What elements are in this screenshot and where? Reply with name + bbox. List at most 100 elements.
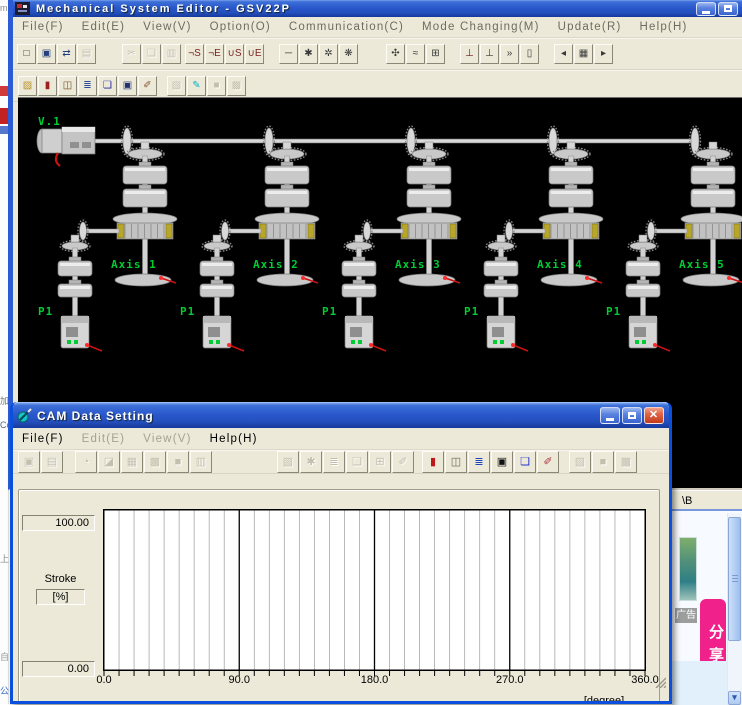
axis-unit-3[interactable]: Axis 3P1 [322,126,461,351]
machine-editor-button[interactable]: ▮ [38,76,57,96]
maximize-icon [724,5,732,12]
browser-photo-thumbnail[interactable] [679,537,697,601]
menu-option[interactable]: Option(O) [201,21,280,33]
drive-motor[interactable]: V.1 [37,115,95,166]
axis-unit-4[interactable]: Axis 4P1 [464,126,603,351]
cam-copy-button: ⊞ [369,451,391,473]
menu-file[interactable]: File(F) [13,21,73,33]
cam-reserved-1-icon: ■ [600,457,607,467]
output-axis-2-button[interactable]: ⊥ [480,44,499,64]
cam-monitor-button[interactable]: ❏ [514,451,536,473]
open-project-icon: ▨ [23,81,32,91]
cam-export-icon: ◔ [83,457,90,467]
cam-file-button[interactable]: ▮ [422,451,444,473]
cam-data-button[interactable]: ▯ [520,44,539,64]
shaft-tool-button[interactable]: ─ [279,44,298,64]
limit-start-button[interactable]: ∪S [225,44,244,64]
cam-machine-button: ✱ [300,451,322,473]
cam-window-title: CAM Data Setting [37,409,154,423]
output-device [629,316,657,348]
cam-minimize-button[interactable] [600,407,620,424]
cam-screen-icon: ▣ [497,457,507,467]
cam-clutch-button[interactable]: ◫ [445,451,467,473]
clutch-tool-icon: ✣ [391,49,399,59]
output-device [487,316,515,348]
reserved-1-icon: ■ [213,81,219,91]
menu-update[interactable]: Update(R) [549,21,631,33]
cut-icon: ✂ [127,49,135,59]
cam-grid-button: ▦ [121,451,143,473]
prev-page-button[interactable]: ◂ [554,44,573,64]
cam-sequence-setting-button[interactable]: ≣ [468,451,490,473]
scrollbar-thumb[interactable] [728,517,741,641]
resize-grip[interactable] [654,676,666,688]
save-to-controller-button[interactable]: ⇄ [57,44,76,64]
output-device [203,316,231,348]
output-axis-2-icon: ⊥ [485,49,494,59]
option-setup-button[interactable]: ✐ [138,76,157,96]
cam-plot-area[interactable] [103,509,646,677]
cam-print-button: ▤ [41,451,63,473]
x-axis-tick-label: 270.0 [496,674,524,686]
differential-gear-button[interactable]: ⊞ [426,44,445,64]
maximize-button[interactable] [718,2,738,16]
open-project-button[interactable]: ▨ [18,76,37,96]
drum-editor-button[interactable]: ◫ [58,76,77,96]
x-axis-tick-label: 180.0 [361,674,389,686]
drum-editor-icon: ◫ [63,81,72,91]
scrollbar-down-button[interactable]: ▾ [728,691,741,705]
new-file-button[interactable]: □ [17,44,36,64]
axis-unit-1[interactable]: Axis 1P1 [38,126,177,351]
output-axis-1-button[interactable]: ⊥ [460,44,479,64]
menu-view[interactable]: View(V) [134,433,200,445]
gear-tool-2-button[interactable]: ✲ [319,44,338,64]
output-label: P1 [180,305,195,318]
axis-unit-2[interactable]: Axis 2 P1 [180,126,319,351]
copy-window-button[interactable]: ❏ [98,76,117,96]
gear-tool-3-icon: ❋ [344,49,352,59]
screen-setting-button[interactable]: ▣ [118,76,137,96]
cam-titlebar[interactable]: CAM Data Setting ✕ [13,402,669,428]
cam-end-point-button[interactable]: ¬E [205,44,224,64]
option-setup-icon: ✐ [143,81,151,91]
phase-change-icon: » [507,49,513,59]
axis-label: Axis 2 [253,258,299,271]
cam-test-icon: ▧ [575,457,585,467]
minimize-button[interactable] [696,2,716,16]
speed-change-gear-button[interactable]: ≈ [406,44,425,64]
grid-view-button[interactable]: ▦ [574,44,593,64]
browser-titlebar: \B [672,491,742,511]
output-label: P1 [322,305,337,318]
limit-end-button[interactable]: ∪E [245,44,264,64]
cam-edit-button[interactable]: ✎ [187,76,206,96]
menu-communication[interactable]: Communication(C) [280,21,413,33]
cam-close-button[interactable]: ✕ [644,407,664,424]
cam-screen-button[interactable]: ▣ [491,451,513,473]
clutch-tool-button[interactable]: ✣ [386,44,405,64]
sequence-editor-button[interactable]: ≣ [78,76,97,96]
menu-edit[interactable]: Edit(E) [73,21,135,33]
copy-icon: ❏ [147,49,156,59]
menu-help[interactable]: Help(H) [630,21,696,33]
cam-tool-icon: ✐ [398,457,407,467]
menu-view[interactable]: View(V) [134,21,200,33]
gear-tool-1-icon: ✱ [304,49,312,59]
gear-tool-1-button[interactable]: ✱ [299,44,318,64]
menu-mode-changing[interactable]: Mode Changing(M) [413,21,549,33]
next-page-button[interactable]: ▸ [594,44,613,64]
cam-wrench-button[interactable]: ✐ [537,451,559,473]
cam-tool-button: ✐ [392,451,414,473]
gear-tool-3-button[interactable]: ❋ [339,44,358,64]
save-button[interactable]: ▣ [37,44,56,64]
phase-change-button[interactable]: » [500,44,519,64]
browser-scrollbar[interactable]: ▾ [727,513,742,705]
menu-help[interactable]: Help(H) [201,433,267,445]
cam-data-setting-window: CAM Data Setting ✕ File(F)Edit(E)View(V)… [10,402,672,704]
cam-maximize-button[interactable] [622,407,642,424]
axis-unit-5[interactable]: Axis 5P1 [606,126,742,351]
menu-file[interactable]: File(F) [13,433,73,445]
cam-fill-button: ■ [167,451,189,473]
main-titlebar[interactable]: Mechanical System Editor - GSV22P [13,0,742,17]
menu-edit[interactable]: Edit(E) [73,433,135,445]
cam-start-point-button[interactable]: ¬S [185,44,204,64]
